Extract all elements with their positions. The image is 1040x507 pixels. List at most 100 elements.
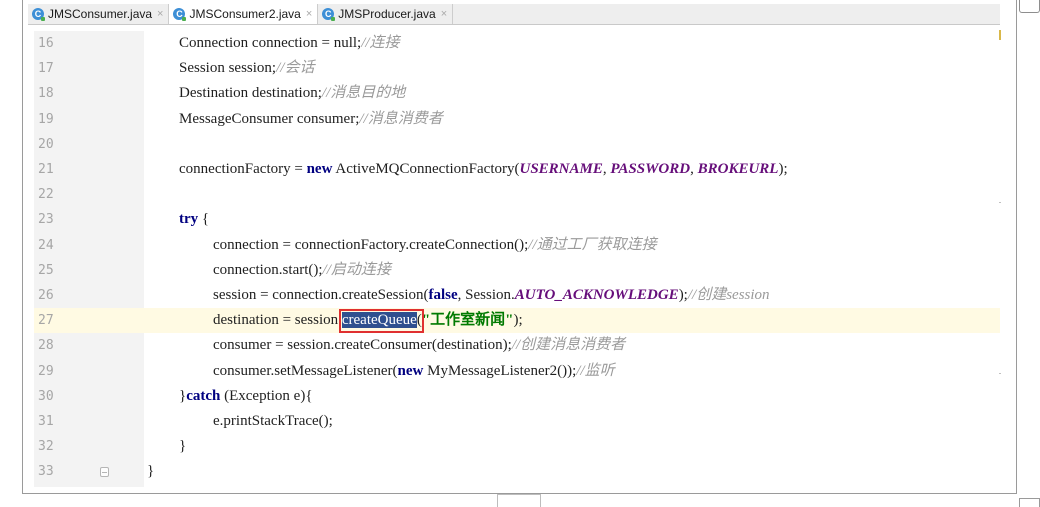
line-number: 16 <box>38 36 54 51</box>
code-text: Connection connection = <box>179 35 334 51</box>
line-number: 30 <box>38 389 54 404</box>
code-keyword: new <box>397 363 424 379</box>
code-text: } <box>179 438 187 454</box>
code-text: } <box>147 463 155 479</box>
java-class-icon: C <box>322 8 336 21</box>
scrollbar-marker[interactable] <box>999 373 1001 374</box>
code-line[interactable]: } <box>144 459 1000 484</box>
code-text: connectionFactory = <box>179 161 307 177</box>
code-line[interactable]: connectionFactory = new ActiveMQConnecti… <box>144 157 1000 182</box>
code-text: consumer.setMessageListener( <box>213 363 398 379</box>
code-text: MessageConsumer consumer; <box>179 111 360 127</box>
code-keyword: try <box>179 211 199 227</box>
tab-label: JMSProducer.java <box>338 7 436 21</box>
code-comment: //消息目的地 <box>321 85 406 101</box>
line-number: 18 <box>38 86 54 101</box>
tab-jmsconsumer-java[interactable]: C JMSConsumer.java × <box>28 4 170 24</box>
code-text: connection.start(); <box>213 262 323 278</box>
fold-gutter <box>100 31 144 487</box>
line-number: 27 <box>38 313 54 328</box>
line-number: 19 <box>38 112 54 127</box>
code-text: , Session. <box>457 287 515 303</box>
code-line[interactable]: session = connection.createSession(false… <box>144 283 1000 308</box>
code-line[interactable]: Destination destination;//消息目的地 <box>144 81 1000 106</box>
code-line[interactable]: destination = session.createQueue("工作室新闻… <box>144 308 1000 333</box>
bottom-panel-tab[interactable] <box>497 494 541 507</box>
code-text: Destination destination; <box>179 85 322 101</box>
code-constant: AUTO_ACKNOWLEDGE <box>514 287 679 303</box>
close-icon[interactable]: × <box>441 8 447 20</box>
code-line[interactable]: Session session;//会话 <box>144 56 1000 81</box>
editor-tab-bar: C JMSConsumer.java × C JMSConsumer2.java × C JM… <box>28 4 1000 25</box>
code-line[interactable]: try { <box>144 207 1000 232</box>
code-text: ); <box>778 161 788 177</box>
line-number: 28 <box>38 338 54 353</box>
code-keyword: catch <box>186 388 221 404</box>
java-class-icon: C <box>173 8 187 21</box>
window-control-box[interactable] <box>1019 0 1040 13</box>
code-text: (Exception e){ <box>220 388 313 404</box>
line-number: 22 <box>38 187 54 202</box>
fold-marker-icon[interactable] <box>100 467 109 477</box>
scrollbar-marker[interactable] <box>999 202 1001 203</box>
code-line[interactable]: } <box>144 434 1000 459</box>
line-number: 26 <box>38 288 54 303</box>
code-comment: //连接 <box>361 35 400 51</box>
code-editor[interactable]: 16 17 18 19 20 21 22 23 24 25 26 28 29 30 31 32 33 Conne… <box>34 31 1000 487</box>
code-keyword: false <box>428 287 458 303</box>
code-comment: //监听 <box>576 363 615 379</box>
code-comment: //启动连接 <box>322 262 391 278</box>
tab-jmsconsumer2-java[interactable]: C JMSConsumer2.java × <box>169 4 319 24</box>
code-constant: BROKEURL <box>697 161 779 177</box>
code-comment: //通过工厂获取连接 <box>528 237 657 253</box>
code-text: connection = connectionFactory.createCon… <box>213 237 529 253</box>
close-icon[interactable]: × <box>306 8 312 20</box>
code-text: , <box>690 161 698 177</box>
code-constant: USERNAME <box>519 161 603 177</box>
line-number: 29 <box>38 364 54 379</box>
code-text: destination = session. <box>213 312 342 328</box>
line-number: 23 <box>38 212 54 227</box>
code-text: consumer = session.createConsumer(destin… <box>213 337 512 353</box>
code-text: MyMessageListener2()); <box>423 363 577 379</box>
code-line[interactable] <box>144 182 1000 207</box>
code-area[interactable]: Connection connection = null;//连接 Session… <box>144 31 1000 487</box>
code-text: ); <box>513 312 523 328</box>
code-keyword: new <box>306 161 333 177</box>
code-text: ActiveMQConnectionFactory( <box>332 161 520 177</box>
code-text: Session session; <box>179 60 277 76</box>
line-number: 33 <box>38 464 54 479</box>
code-line[interactable]: connection.start();//启动连接 <box>144 258 1000 283</box>
code-line[interactable]: }catch (Exception e){ <box>144 384 1000 409</box>
line-number: 24 <box>38 238 54 253</box>
code-line[interactable] <box>144 132 1000 157</box>
java-class-icon: C <box>32 8 45 21</box>
annotation-highlight-box <box>339 309 424 333</box>
code-line[interactable]: e.printStackTrace(); <box>144 409 1000 434</box>
scrollbar-marker[interactable] <box>999 30 1001 40</box>
tab-jmsproducer-java[interactable]: C JMSProducer.java × <box>318 4 454 24</box>
code-text: e.printStackTrace(); <box>213 413 333 429</box>
close-icon[interactable]: × <box>157 8 163 20</box>
line-number: 20 <box>38 137 54 152</box>
code-comment: //会话 <box>276 60 315 76</box>
code-comment: //创建消息消费者 <box>511 337 626 353</box>
code-line[interactable]: Connection connection = null;//连接 <box>144 31 1000 56</box>
code-text: null <box>333 35 358 51</box>
code-comment: //创建session <box>687 287 770 303</box>
code-line[interactable]: consumer = session.createConsumer(destin… <box>144 333 1000 358</box>
code-line[interactable]: MessageConsumer consumer;//消息消费者 <box>144 107 1000 132</box>
line-number: 17 <box>38 61 54 76</box>
code-constant: PASSWORD <box>610 161 691 177</box>
tab-label: JMSConsumer2.java <box>189 7 301 21</box>
line-number: 25 <box>38 263 54 278</box>
code-text: session = connection.createSession( <box>213 287 429 303</box>
code-text: { <box>198 211 210 227</box>
code-line[interactable]: consumer.setMessageListener(new MyMessag… <box>144 359 1000 384</box>
line-number: 31 <box>38 414 54 429</box>
code-line[interactable]: connection = connectionFactory.createCon… <box>144 233 1000 258</box>
line-number: 32 <box>38 439 54 454</box>
line-number: 21 <box>38 162 54 177</box>
code-text: ); <box>678 287 688 303</box>
line-number-gutter: 16 17 18 19 20 21 22 23 24 25 26 28 29 30 31 32 33 <box>34 31 100 487</box>
